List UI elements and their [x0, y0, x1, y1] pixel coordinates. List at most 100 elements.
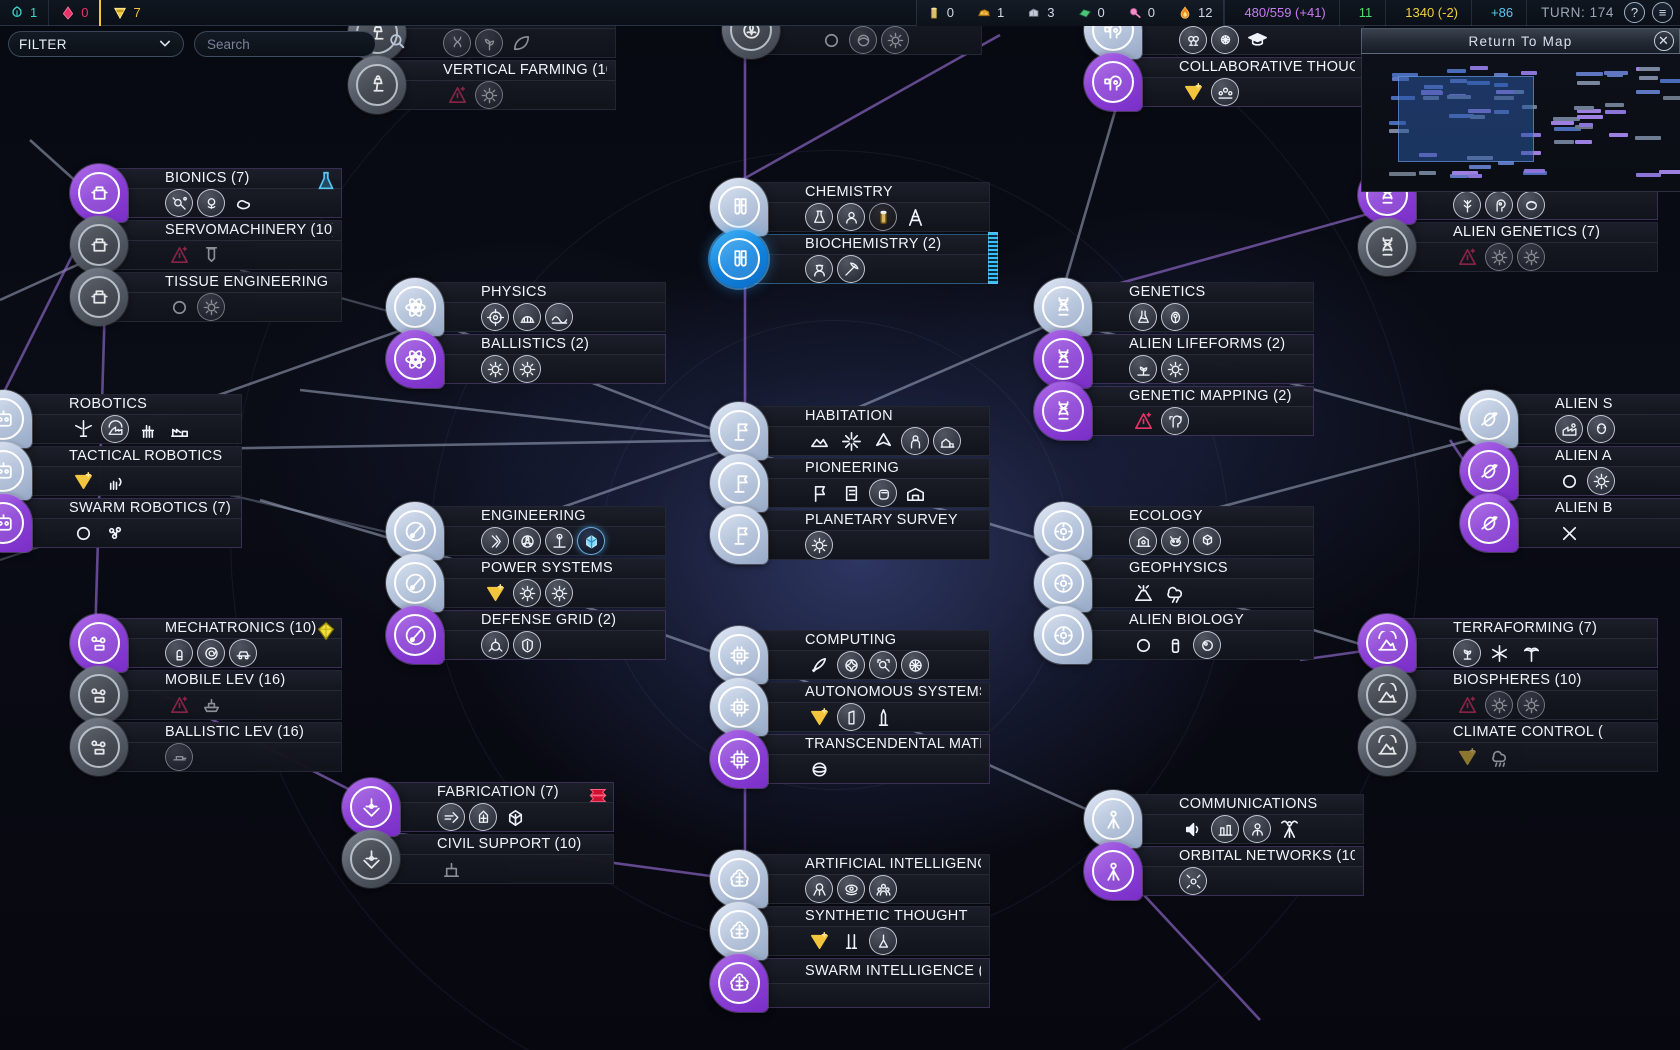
search-icon[interactable] — [388, 32, 407, 56]
tech-node-body[interactable]: TRANSCENDENTAL MATH (7) — [748, 734, 990, 784]
tech-node-disc[interactable] — [70, 666, 128, 724]
banner-icon[interactable] — [805, 479, 833, 507]
eye-wave-icon[interactable] — [837, 875, 865, 903]
tech-node-disc[interactable] — [710, 626, 768, 684]
tech-node-body[interactable]: PIONEERING — [748, 458, 990, 508]
tech-node[interactable]: ALIEN B — [1460, 494, 1680, 552]
hover-tank-icon[interactable] — [197, 691, 225, 719]
council-icon[interactable] — [1211, 78, 1239, 106]
resource-fire[interactable]: 12 — [1166, 0, 1223, 26]
tech-node-disc[interactable] — [710, 454, 768, 512]
tech-node-body[interactable]: GENETICS — [1072, 282, 1314, 332]
tech-node-disc[interactable] — [386, 606, 444, 664]
red-alert-icon[interactable] — [1129, 407, 1157, 435]
tech-node-disc[interactable] — [1460, 494, 1518, 552]
tech-node-disc[interactable] — [70, 614, 128, 672]
culture-icon[interactable] — [1555, 467, 1583, 495]
burst-icon[interactable] — [837, 427, 865, 455]
tech-node-disc[interactable] — [1358, 666, 1416, 724]
tech-node[interactable]: SWARM ROBOTICS (7) — [0, 494, 242, 552]
tech-node[interactable]: ORBITAL NETWORKS (10) — [1084, 842, 1364, 900]
tech-node-body[interactable]: CIVIL SUPPORT (10) — [380, 834, 614, 884]
industry-icon[interactable] — [165, 415, 193, 443]
leaf-icon[interactable] — [507, 29, 535, 57]
tech-node-body[interactable]: VERTICAL FARMING (10) — [386, 60, 616, 110]
gene-tree-icon[interactable] — [1453, 191, 1481, 219]
speed-icon[interactable] — [437, 803, 465, 831]
star-compass-icon[interactable] — [837, 651, 865, 679]
tech-node-body[interactable]: PLANETARY SURVEY — [748, 510, 990, 560]
tech-node-body[interactable]: TACTICAL ROBOTICS — [12, 446, 242, 496]
tech-node-body[interactable]: ENGINEERING — [424, 506, 666, 556]
organ-icon[interactable] — [229, 189, 257, 217]
tech-node[interactable]: FABRICATION (7) — [342, 778, 614, 836]
gear-sun-icon[interactable] — [1485, 691, 1513, 719]
dna-helix-icon[interactable] — [443, 29, 471, 57]
tech-node-disc[interactable] — [386, 502, 444, 560]
swarm-icon[interactable] — [101, 519, 129, 547]
reactor-icon[interactable] — [513, 527, 541, 555]
tech-node-body[interactable]: GEOPHYSICS — [1072, 558, 1314, 608]
pillars-icon[interactable] — [837, 927, 865, 955]
tech-node-disc[interactable] — [1034, 382, 1092, 440]
tech-node-disc[interactable] — [1084, 53, 1142, 111]
tech-node-disc[interactable] — [70, 718, 128, 776]
tech-node[interactable]: GENETICS — [1034, 278, 1314, 336]
storm-icon[interactable] — [1161, 579, 1189, 607]
culture-icon[interactable] — [165, 293, 193, 321]
tech-node-disc[interactable] — [710, 902, 768, 960]
gear-sun-icon[interactable] — [805, 531, 833, 559]
factory-dome-icon[interactable] — [101, 415, 129, 443]
gene-head-icon[interactable] — [1485, 191, 1513, 219]
tech-node-disc[interactable] — [70, 216, 128, 274]
tech-node[interactable]: SWARM INTELLIGENCE (10) — [710, 954, 990, 1012]
tech-node[interactable]: AUTONOMOUS SYSTEMS — [710, 678, 990, 736]
tech-node[interactable]: PLANETARY SURVEY — [710, 506, 990, 564]
network-icon[interactable] — [901, 651, 929, 679]
tech-node-disc[interactable] — [1358, 718, 1416, 776]
tech-node-body[interactable]: FABRICATION (7) — [380, 782, 614, 832]
research-progress[interactable]: 480/559 (+41) — [1224, 0, 1338, 37]
tech-node[interactable]: SERVOMACHINERY (10) — [70, 216, 342, 274]
gear-sun-icon[interactable] — [513, 579, 541, 607]
tech-node-body[interactable]: ALIEN S — [1498, 394, 1680, 444]
orb-icon[interactable] — [849, 26, 877, 54]
tech-node-disc[interactable] — [342, 830, 400, 888]
tech-node[interactable]: GENETIC MAPPING (2) — [1034, 382, 1314, 440]
fist-icon[interactable] — [869, 479, 897, 507]
tech-node-body[interactable]: BIONICS (7) — [108, 168, 342, 218]
tech-node-disc[interactable] — [710, 850, 768, 908]
creature-icon[interactable] — [1161, 527, 1189, 555]
menu-button[interactable]: ≡ — [1652, 2, 1673, 23]
gear-sun-icon[interactable] — [881, 26, 909, 54]
hive-icon[interactable] — [1193, 527, 1221, 555]
tech-node[interactable]: BALLISTICS (2) — [386, 330, 666, 388]
terra-plant-icon[interactable] — [1453, 639, 1481, 667]
tech-node-disc[interactable] — [386, 330, 444, 388]
flask-scales-icon[interactable] — [805, 203, 833, 231]
tech-node-body[interactable]: SWARM ROBOTICS (7) — [12, 498, 242, 548]
tech-node-body[interactable]: TISSUE ENGINEERING (10) — [108, 272, 342, 322]
gear-sun-icon[interactable] — [1517, 691, 1545, 719]
population-stat[interactable]: 11 — [1338, 0, 1386, 38]
tech-node-body[interactable]: ROBOTICS — [12, 394, 242, 444]
capsule-icon[interactable] — [165, 639, 193, 667]
tech-node-disc[interactable] — [70, 164, 128, 222]
tech-node-body[interactable]: ALIEN B — [1498, 498, 1680, 548]
tech-node[interactable]: ALIEN BIOLOGY — [1034, 606, 1314, 664]
tech-node[interactable]: ALIEN GENETICS (7) — [1358, 218, 1658, 276]
tech-node[interactable]: VERTICAL FARMING (10) — [348, 56, 616, 114]
tech-node-disc[interactable] — [1034, 278, 1092, 336]
head-scan-icon[interactable] — [1161, 407, 1189, 435]
speaker-icon[interactable] — [1179, 815, 1207, 843]
tech-node-disc[interactable] — [710, 678, 768, 736]
alien-factory-icon[interactable] — [1555, 415, 1583, 443]
tech-node-body[interactable]: BIOCHEMISTRY (2) — [748, 234, 990, 284]
tech-node-body[interactable]: PHYSICS — [424, 282, 666, 332]
brain-hand-icon[interactable] — [197, 189, 225, 217]
tech-node-body[interactable]: DEFENSE GRID (2) — [424, 610, 666, 660]
satellite-icon[interactable] — [1179, 867, 1207, 895]
tech-node[interactable]: BIONICS (7) — [70, 164, 342, 222]
derrick-icon[interactable] — [901, 203, 929, 231]
tech-node-body[interactable]: HABITATION — [748, 406, 990, 456]
